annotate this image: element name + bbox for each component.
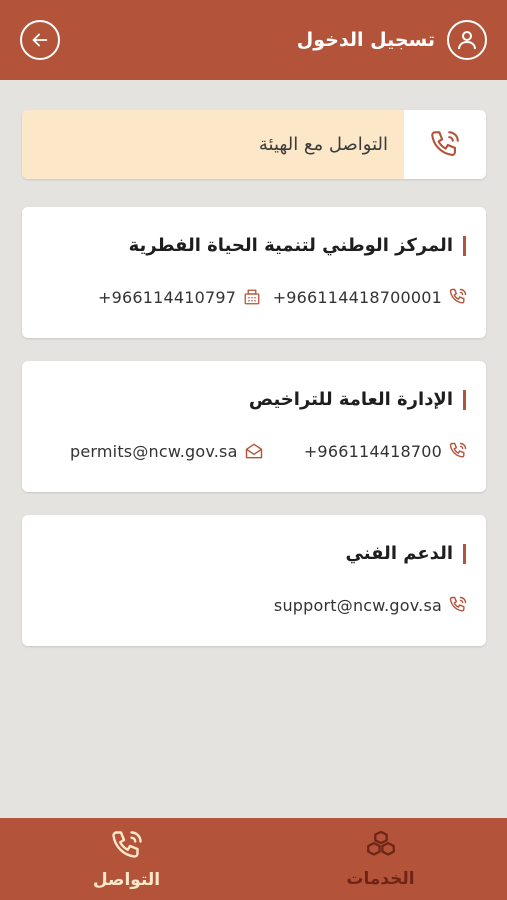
app-header: تسجيل الدخول [0, 0, 507, 80]
tab-services[interactable]: الخدمات [254, 818, 507, 900]
contact-card-ncw: المركز الوطني لتنمية الحياة الفطرية +966… [22, 207, 486, 338]
contact-card-support: الدعم الفني support@ncw.gov.sa [22, 515, 486, 646]
fax-number: +966114410797 [98, 287, 237, 307]
bottom-tab-bar: التواصل الخدمات [0, 818, 507, 900]
phone-ringing-icon [448, 287, 468, 307]
login-title: تسجيل الدخول [296, 29, 435, 51]
tab-label: الخدمات [346, 869, 415, 889]
card-title: الإدارة العامة للتراخيص [248, 389, 453, 410]
tab-label: التواصل [92, 870, 161, 890]
email-link[interactable]: support@ncw.gov.sa [274, 595, 468, 615]
contact-card-permits: الإدارة العامة للتراخيص +966114418700 pe… [22, 361, 486, 492]
phone-ringing-icon [431, 130, 459, 156]
phone-ringing-icon [448, 441, 468, 461]
phone-link[interactable]: +966114418700 [304, 441, 468, 461]
title-accent [463, 389, 466, 410]
tab-contact[interactable]: التواصل [0, 818, 253, 900]
banner-label: التواصل مع الهيئة [258, 134, 388, 155]
fax-link[interactable]: +966114410797 [98, 287, 262, 307]
envelope-icon [244, 441, 264, 461]
card-title: الدعم الفني [345, 543, 453, 564]
email-address: permits@ncw.gov.sa [70, 441, 238, 461]
back-button[interactable] [20, 20, 60, 60]
fax-icon [242, 287, 262, 307]
phone-ringing-icon [448, 595, 468, 615]
phone-link[interactable]: +966114418700001 [273, 287, 468, 307]
email-link[interactable]: permits@ncw.gov.sa [70, 441, 264, 461]
contact-banner: التواصل مع الهيئة [22, 110, 486, 179]
login-button[interactable]: تسجيل الدخول [297, 20, 487, 60]
card-title: المركز الوطني لتنمية الحياة الفطرية [128, 235, 453, 256]
title-accent [463, 235, 466, 256]
arrow-left-icon [32, 33, 48, 47]
email-address: support@ncw.gov.sa [273, 595, 442, 615]
phone-number: +966114418700001 [272, 287, 442, 307]
title-accent [463, 543, 466, 564]
phone-number: +966114418700 [303, 441, 442, 461]
phone-ringing-icon [111, 831, 142, 858]
user-icon [447, 20, 487, 60]
boxes-icon [366, 830, 395, 856]
